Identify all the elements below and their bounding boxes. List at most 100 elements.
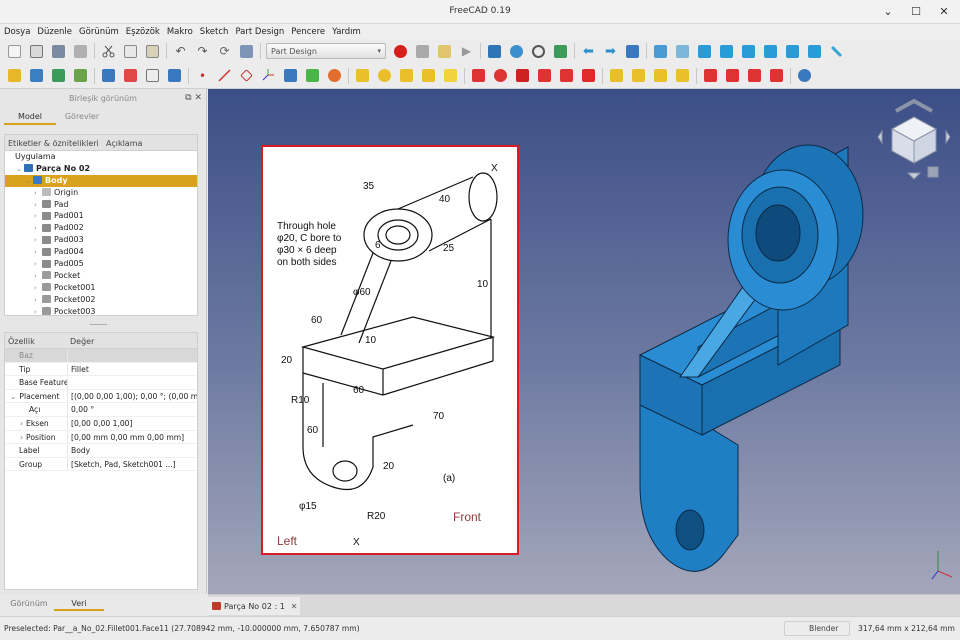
menu-file[interactable]: Dosya <box>4 27 30 37</box>
tree-item-pocket[interactable]: › Pocket <box>5 270 197 282</box>
rear-view-icon[interactable] <box>762 43 779 60</box>
tab-data[interactable]: Veri <box>54 597 104 611</box>
hole-icon[interactable] <box>492 67 509 84</box>
tree-item-uygulama[interactable]: Uygulama <box>5 151 197 163</box>
tree-item-pocket002[interactable]: › Pocket002 <box>5 294 197 306</box>
right-view-icon[interactable] <box>740 43 757 60</box>
mirror-sketch-icon[interactable] <box>166 67 183 84</box>
save-icon[interactable] <box>50 43 67 60</box>
property-row-position[interactable]: › Position [0,00 mm 0,00 mm 0,00 mm] <box>5 430 197 445</box>
property-value[interactable]: 0,00 ° <box>67 403 197 416</box>
tree-item-pad005[interactable]: › Pad005 <box>5 258 197 270</box>
menu-part-design[interactable]: Part Design <box>235 27 284 37</box>
bounding-box-icon[interactable] <box>552 43 569 60</box>
navigation-style-selector[interactable]: Blender <box>784 621 850 636</box>
property-row-eksen[interactable]: › Eksen [0,00 0,00 1,00] <box>5 416 197 431</box>
menu-sketch[interactable]: Sketch <box>200 27 229 37</box>
tree-item-pad004[interactable]: › Pad004 <box>5 246 197 258</box>
fit-selection-icon[interactable] <box>508 43 525 60</box>
maximize-button[interactable]: ☐ <box>904 3 928 21</box>
macro-edit-icon[interactable] <box>436 43 453 60</box>
tab-view[interactable]: Görünüm <box>4 597 54 611</box>
pipe-icon[interactable] <box>420 67 437 84</box>
macro-run-icon[interactable]: ▶ <box>458 43 475 60</box>
property-value[interactable]: [0,00 0,00 1,00] <box>67 416 197 430</box>
measure-distance-icon[interactable] <box>828 43 845 60</box>
workbench-selector[interactable]: Part Design ▾ <box>266 43 386 59</box>
redo-icon[interactable]: ↷ <box>194 43 211 60</box>
property-value[interactable]: [Sketch, Pad, Sketch001 ...] <box>67 457 197 471</box>
menu-help[interactable]: Yardım <box>332 27 361 37</box>
loft-icon[interactable] <box>398 67 415 84</box>
property-row-açı[interactable]: Açı 0,00 ° <box>5 403 197 417</box>
mirrored-icon[interactable] <box>608 67 625 84</box>
polar-pattern-icon[interactable] <box>652 67 669 84</box>
subshape-binder-icon[interactable] <box>304 67 321 84</box>
create-part-icon[interactable] <box>6 67 23 84</box>
property-row-label[interactable]: Label Body <box>5 444 197 458</box>
menu-tools[interactable]: Eşzözök <box>126 27 160 37</box>
cut-icon[interactable] <box>100 43 117 60</box>
workbench-link-icon[interactable] <box>624 43 641 60</box>
refresh-icon[interactable]: ⟳ <box>216 43 233 60</box>
revolution-icon[interactable] <box>376 67 393 84</box>
create-body-icon[interactable] <box>50 67 67 84</box>
undo-icon[interactable]: ↶ <box>172 43 189 60</box>
fillet-icon[interactable] <box>702 67 719 84</box>
bottom-view-icon[interactable] <box>784 43 801 60</box>
expand-arrow-icon[interactable]: ⌄ <box>10 392 16 401</box>
draft-icon[interactable] <box>746 67 763 84</box>
whats-this-icon[interactable] <box>238 43 255 60</box>
macro-stop-icon[interactable] <box>414 43 431 60</box>
property-value[interactable] <box>67 376 197 389</box>
3d-part-model[interactable] <box>628 115 868 585</box>
navigation-cube[interactable] <box>876 97 956 181</box>
paste-icon[interactable] <box>144 43 161 60</box>
menu-view[interactable]: Görünüm <box>79 27 119 37</box>
draw-style-icon[interactable] <box>530 43 547 60</box>
tree-item-pad001[interactable]: › Pad001 <box>5 210 197 222</box>
property-header-name[interactable]: Özellik <box>5 333 67 348</box>
thickness-icon[interactable] <box>768 67 785 84</box>
tree-header-description[interactable]: Açıklama <box>103 135 145 150</box>
menu-edit[interactable]: Düzenle <box>37 27 72 37</box>
pad-icon[interactable] <box>354 67 371 84</box>
datum-plane-icon[interactable] <box>238 67 255 84</box>
expand-arrow-icon[interactable]: › <box>20 433 23 442</box>
close-icon[interactable]: ✕ <box>291 602 298 611</box>
top-view-icon[interactable] <box>718 43 735 60</box>
create-group-icon[interactable] <box>28 67 45 84</box>
datum-line-icon[interactable] <box>216 67 233 84</box>
local-cs-icon[interactable] <box>260 67 277 84</box>
back-arrow-icon[interactable]: ⬅ <box>580 43 597 60</box>
panel-close-icon[interactable]: ⧉ ✕ <box>185 93 202 103</box>
copy-icon[interactable] <box>122 43 139 60</box>
linear-pattern-icon[interactable] <box>630 67 647 84</box>
tree-item-origin[interactable]: › Origin <box>5 187 197 199</box>
macro-record-icon[interactable] <box>392 43 409 60</box>
boolean-icon[interactable] <box>796 67 813 84</box>
3d-viewport[interactable]: Through hole φ20, C bore to φ30 × 6 deep… <box>208 89 960 594</box>
tree-item-pad003[interactable]: › Pad003 <box>5 234 197 246</box>
menu-macro[interactable]: Makro <box>167 27 193 37</box>
property-header-value[interactable]: Değer <box>67 333 97 348</box>
menu-window[interactable]: Pencere <box>291 27 325 37</box>
property-row-tip[interactable]: Tip Fillet <box>5 362 197 377</box>
datum-point-icon[interactable]: • <box>194 67 211 84</box>
axo-view-icon[interactable] <box>674 43 691 60</box>
create-sketch-icon[interactable] <box>72 67 89 84</box>
merge-sketch-icon[interactable] <box>144 67 161 84</box>
attach-sketch-icon[interactable] <box>100 67 117 84</box>
property-value[interactable]: [(0,00 0,00 1,00); 0,00 °; (0,00 mm ... <box>67 389 197 403</box>
property-row-base-feature[interactable]: Base Feature <box>5 376 197 390</box>
tree-header-labels[interactable]: Etiketler & öznitelikleri <box>5 135 103 150</box>
left-view-icon[interactable] <box>806 43 823 60</box>
pocket-icon[interactable] <box>470 67 487 84</box>
subtractive-primitive-icon[interactable] <box>580 67 597 84</box>
property-row-baz[interactable]: Baz <box>5 349 197 363</box>
document-tab[interactable]: Parça No 02 : 1 ✕ <box>208 597 300 615</box>
new-document-icon[interactable] <box>6 43 23 60</box>
forward-arrow-icon[interactable]: ➡ <box>602 43 619 60</box>
tab-model[interactable]: Model <box>4 109 56 125</box>
property-value[interactable]: Body <box>67 444 197 457</box>
